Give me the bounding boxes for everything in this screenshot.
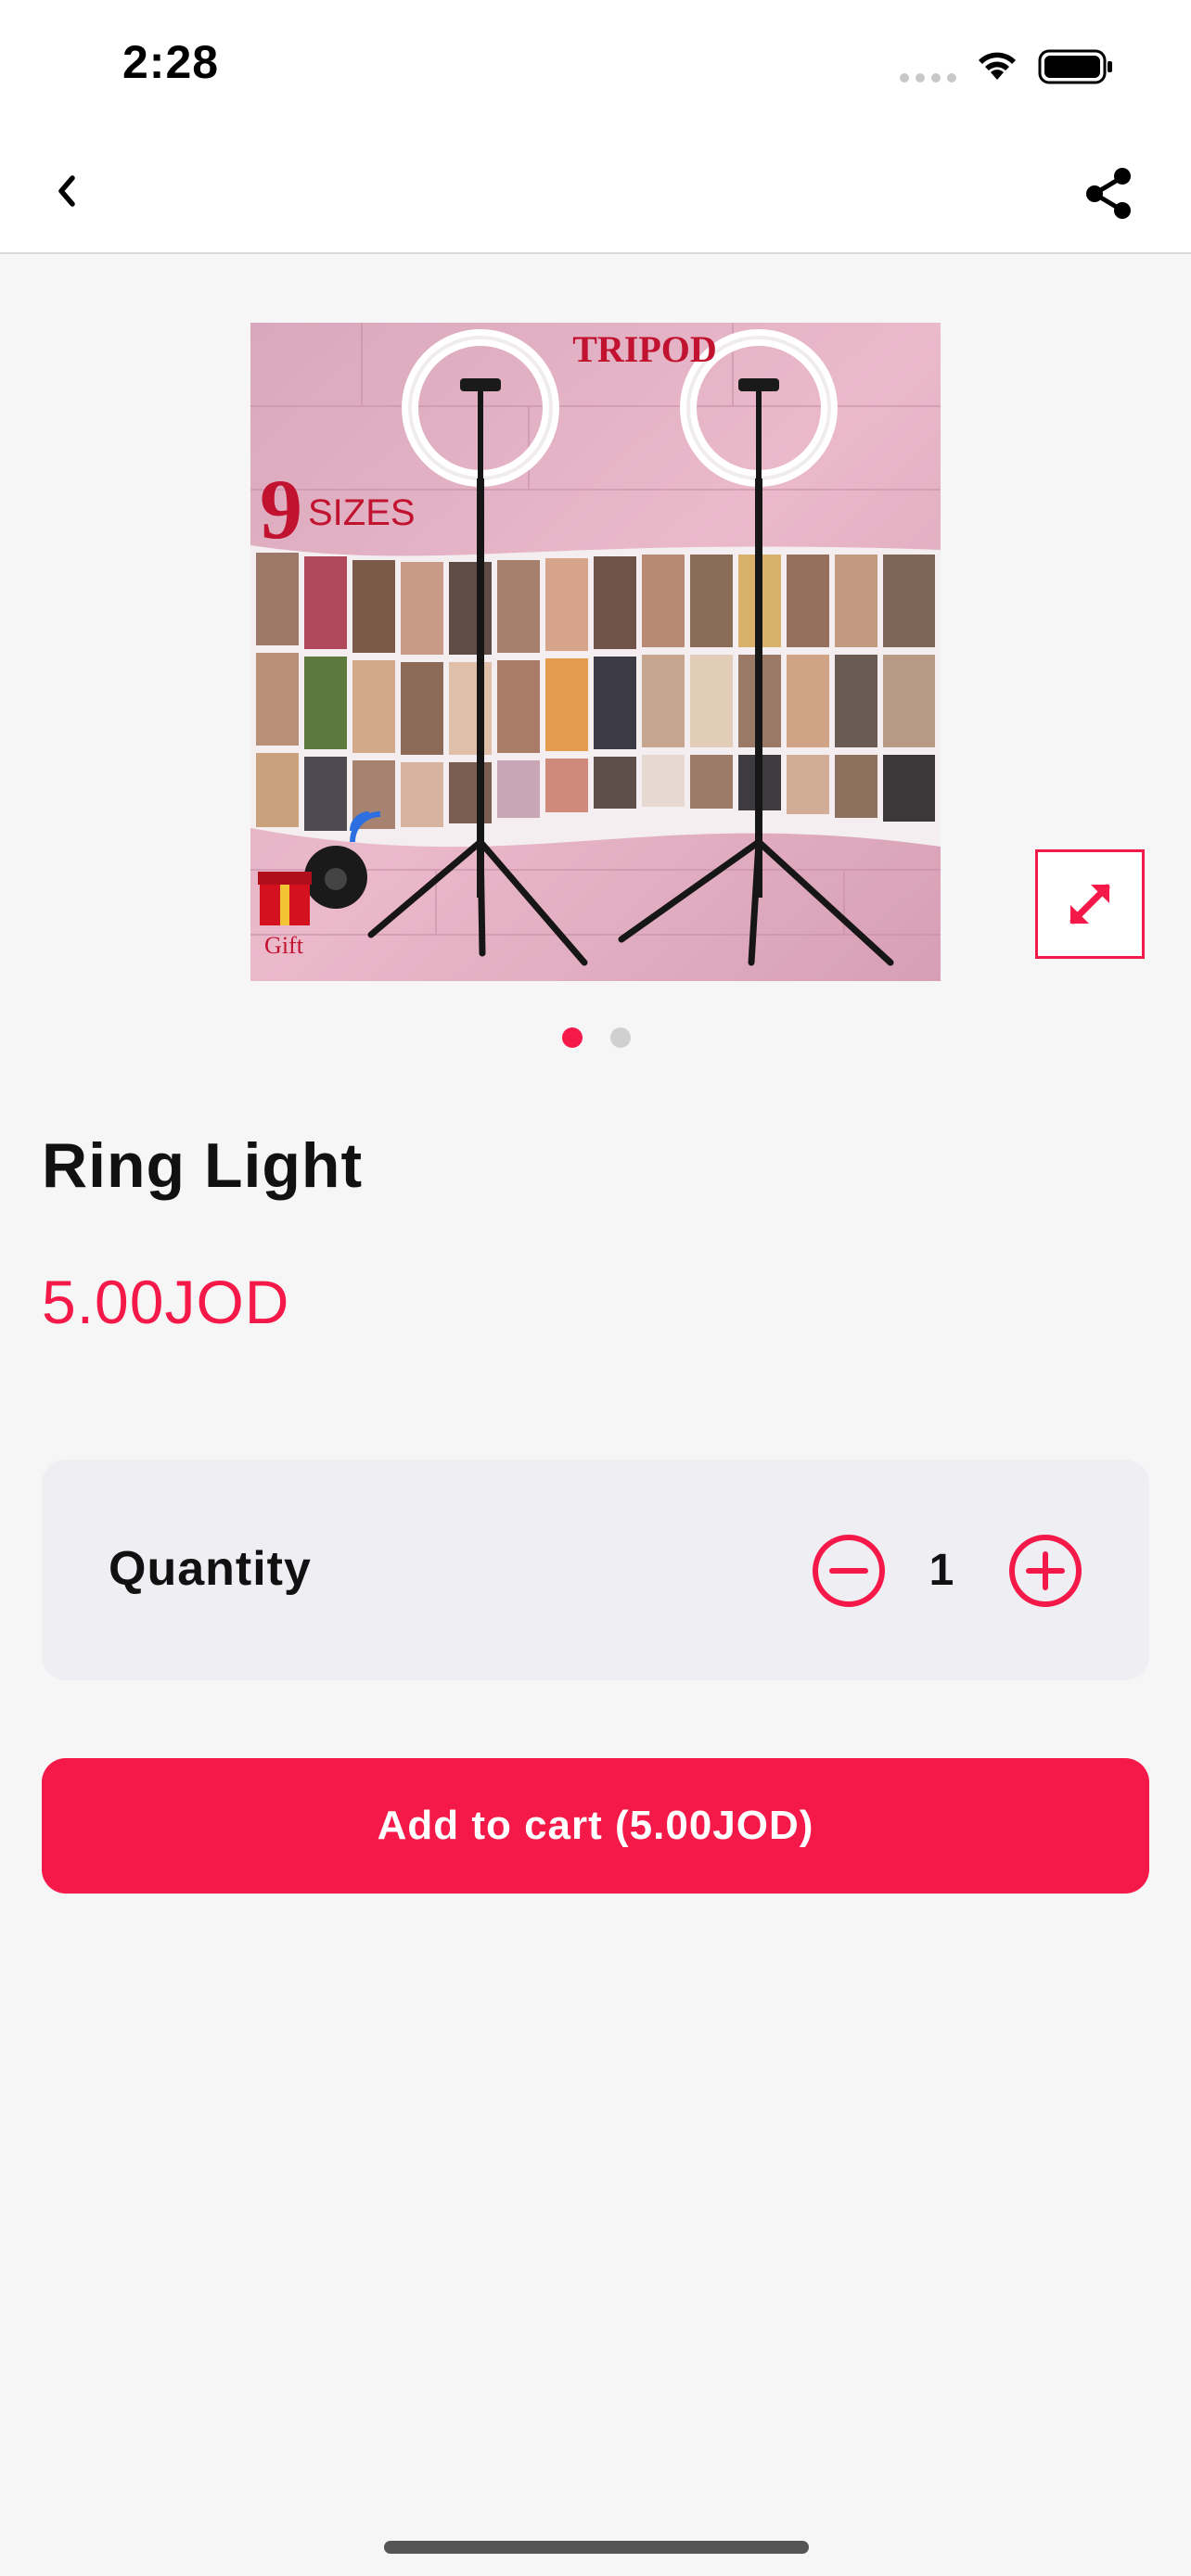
quantity-label: Quantity bbox=[109, 1542, 312, 1596]
product-title: Ring Light bbox=[42, 1130, 364, 1201]
ring-light-illustration: TRIPOD 9 SIZES Gift bbox=[250, 323, 941, 981]
navigation-bar bbox=[0, 130, 1191, 254]
battery-icon bbox=[1038, 49, 1112, 84]
status-bar: 2:28 bbox=[0, 0, 1191, 130]
product-detail-screen: 2:28 TRIPOD 9 SIZES Gift Ring Light 5.00… bbox=[0, 0, 1191, 2576]
image-pager bbox=[562, 1027, 631, 1048]
pager-dot-active[interactable] bbox=[562, 1027, 583, 1048]
pager-dot[interactable] bbox=[610, 1027, 631, 1048]
cellular-signal-icon bbox=[900, 73, 956, 83]
increase-quantity-button[interactable] bbox=[1006, 1532, 1084, 1610]
add-to-cart-button[interactable]: Add to cart (5.00JOD) bbox=[42, 1758, 1149, 1894]
image-text-gift: Gift bbox=[264, 932, 304, 959]
share-icon[interactable] bbox=[1080, 163, 1139, 223]
image-text-sizes-number: 9 bbox=[260, 462, 302, 556]
home-indicator bbox=[384, 2541, 809, 2554]
image-text-tripod: TRIPOD bbox=[572, 328, 717, 370]
status-time: 2:28 bbox=[122, 36, 220, 88]
back-button[interactable] bbox=[41, 163, 96, 219]
product-image[interactable]: TRIPOD 9 SIZES Gift bbox=[250, 323, 941, 981]
wifi-icon bbox=[979, 52, 1016, 80]
decrease-quantity-button[interactable] bbox=[810, 1532, 888, 1610]
quantity-panel: Quantity 1 bbox=[42, 1460, 1149, 1680]
expand-image-button[interactable] bbox=[1035, 849, 1145, 959]
expand-icon bbox=[1069, 884, 1110, 925]
image-text-sizes-word: SIZES bbox=[308, 492, 416, 533]
quantity-value: 1 bbox=[928, 1546, 954, 1595]
product-price: 5.00JOD bbox=[42, 1268, 290, 1336]
